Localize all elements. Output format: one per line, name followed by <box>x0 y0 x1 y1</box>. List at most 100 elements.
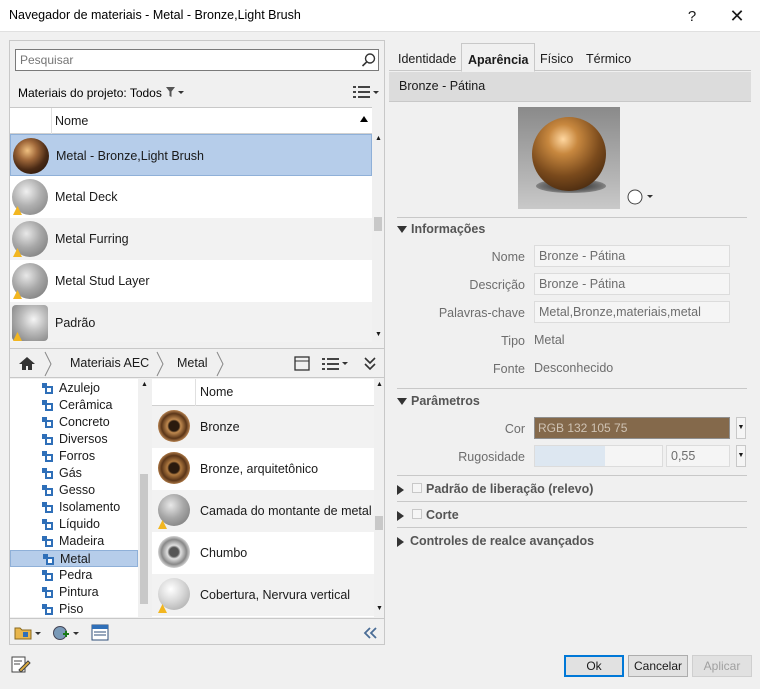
tab-identity[interactable]: Identidade <box>392 47 462 72</box>
list-item[interactable]: Bronze <box>152 406 374 448</box>
tree-item-selected[interactable]: Metal <box>10 550 138 567</box>
tree-item[interactable]: Gás <box>10 465 138 482</box>
home-icon[interactable] <box>18 356 36 371</box>
scroll-down-icon[interactable]: ▼ <box>375 331 382 338</box>
material-preview[interactable] <box>518 107 620 209</box>
section-title: Parâmetros <box>411 394 480 408</box>
view-options-icon[interactable] <box>352 84 380 100</box>
scroll-up-icon[interactable]: ▲ <box>141 381 148 388</box>
scrollbar-thumb[interactable] <box>375 516 383 530</box>
breadcrumb-separator-icon <box>44 351 52 377</box>
tree-item[interactable]: Pedra <box>10 567 138 584</box>
tree-item-label: Madeira <box>59 534 105 548</box>
list-item[interactable]: Bronze, arquitetônico <box>152 448 374 490</box>
close-button[interactable]: ✕ <box>722 2 752 30</box>
tree-scrollbar[interactable]: ▲ <box>138 379 150 617</box>
warning-icon <box>13 290 22 299</box>
panel-toggle-icon[interactable] <box>294 356 310 371</box>
keywords-field[interactable]: Metal,Bronze,materiais,metal <box>534 301 730 323</box>
help-button[interactable]: ? <box>680 2 704 30</box>
tree-item[interactable]: Azulejo <box>10 380 138 397</box>
section-title: Padrão de liberação (relevo) <box>426 482 594 496</box>
tree-item[interactable]: Isolamento <box>10 499 138 516</box>
expand-right-icon <box>397 510 404 521</box>
asset-browser-icon[interactable] <box>91 624 109 641</box>
scroll-down-icon[interactable]: ▼ <box>376 605 383 612</box>
section-cut-header[interactable]: Corte <box>397 508 459 522</box>
folder-icon <box>43 554 54 565</box>
search-box[interactable] <box>15 49 379 71</box>
breadcrumb-item[interactable]: Metal <box>177 356 208 370</box>
tree-item[interactable]: Diversos <box>10 431 138 448</box>
list-item[interactable]: Cobertura, Nervura vertical <box>152 574 374 616</box>
sort-ascending-icon[interactable] <box>360 116 368 122</box>
tree-item[interactable]: Piso <box>10 601 138 617</box>
name-label: Nome <box>491 250 525 264</box>
tree-item[interactable]: Gesso <box>10 482 138 499</box>
material-name: Camada do montante de metal <box>200 504 372 518</box>
table-row[interactable]: Metal Deck <box>10 176 372 218</box>
table-row[interactable]: Metal Furring <box>10 218 372 260</box>
table-row[interactable]: Metal - Bronze,Light Brush <box>10 134 372 176</box>
section-params-header[interactable]: Parâmetros <box>397 394 480 408</box>
section-info-header[interactable]: Informações <box>397 222 485 236</box>
section-relief-header[interactable]: Padrão de liberação (relevo) <box>397 482 593 496</box>
list-item[interactable]: Chumbo <box>152 532 374 574</box>
project-filter-label[interactable]: Materiais do projeto: Todos <box>18 86 162 100</box>
create-material-icon[interactable] <box>52 625 82 641</box>
collapse-down-icon[interactable] <box>363 356 377 371</box>
tree-item[interactable]: Líquido <box>10 516 138 533</box>
tree-item-label: Isolamento <box>59 500 121 514</box>
scrollbar-thumb[interactable] <box>140 474 148 604</box>
roughness-field[interactable]: 0,55 <box>666 445 730 467</box>
list-view-icon[interactable] <box>321 357 349 371</box>
collapse-left-icon[interactable] <box>362 627 378 639</box>
tree-item[interactable]: Forros <box>10 448 138 465</box>
edit-material-icon[interactable] <box>11 656 31 674</box>
scroll-up-icon[interactable]: ▲ <box>375 135 382 142</box>
tree-item[interactable]: Concreto <box>10 414 138 431</box>
color-menu-icon[interactable]: ▼ <box>736 417 746 439</box>
divider <box>397 388 747 389</box>
ok-button[interactable]: Ok <box>564 655 624 677</box>
cancel-button[interactable]: Cancelar <box>628 655 688 677</box>
folder-icon <box>42 587 53 598</box>
search-icon[interactable] <box>361 52 377 68</box>
library-list-scrollbar[interactable]: ▲ ▼ <box>374 379 384 617</box>
tree-item[interactable]: Madeira <box>10 533 138 550</box>
cut-checkbox[interactable] <box>412 509 422 519</box>
scroll-up-icon[interactable]: ▲ <box>376 381 383 388</box>
folder-icon <box>42 536 53 547</box>
table-row[interactable]: Padrão <box>10 302 372 342</box>
project-table-scrollbar[interactable]: ▲ ▼ <box>372 133 384 343</box>
tree-item[interactable]: Cerâmica <box>10 397 138 414</box>
preview-options-icon[interactable] <box>626 188 654 206</box>
divider <box>397 217 747 218</box>
section-advanced-header[interactable]: Controles de realce avançados <box>397 534 594 548</box>
description-field[interactable]: Bronze - Pátina <box>534 273 730 295</box>
folder-icon <box>42 468 53 479</box>
column-header-name[interactable]: Nome <box>200 385 233 399</box>
color-swatch[interactable]: RGB 132 105 75 <box>534 417 730 439</box>
apply-button[interactable]: Aplicar <box>692 655 752 677</box>
table-row[interactable]: Metal Stud Layer <box>10 260 372 302</box>
tree-item[interactable]: Pintura <box>10 584 138 601</box>
breadcrumb-item[interactable]: Materiais AEC <box>70 356 149 370</box>
tab-physical[interactable]: Físico <box>534 47 579 72</box>
library-tree: Azulejo Cerâmica Concreto Diversos Forro… <box>10 379 150 617</box>
tab-thermal[interactable]: Térmico <box>580 47 637 72</box>
roughness-menu-icon[interactable]: ▼ <box>736 445 746 467</box>
roughness-slider[interactable] <box>534 445 663 467</box>
scrollbar-thumb[interactable] <box>374 217 382 231</box>
name-field[interactable]: Bronze - Pátina <box>534 245 730 267</box>
divider <box>397 475 747 476</box>
column-header-name[interactable]: Nome <box>55 114 88 128</box>
list-item[interactable]: Camada do montante de metal <box>152 490 374 532</box>
folder-icon <box>42 383 53 394</box>
library-folder-icon[interactable] <box>14 625 44 641</box>
tab-appearance[interactable]: Aparência <box>461 43 536 72</box>
search-input[interactable] <box>16 50 346 70</box>
relief-checkbox[interactable] <box>412 483 422 493</box>
filter-icon[interactable] <box>165 85 185 99</box>
tab-bar: Identidade Aparência Físico Térmico <box>389 43 751 72</box>
